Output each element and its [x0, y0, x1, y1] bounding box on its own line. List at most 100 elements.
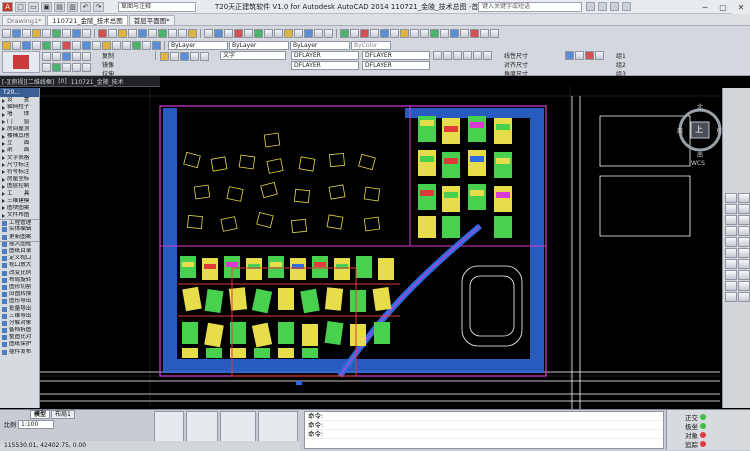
tool-icon[interactable] — [738, 292, 750, 302]
compass-top[interactable]: 上 — [695, 124, 703, 135]
tool-icon[interactable] — [284, 28, 293, 38]
tool-icon[interactable] — [420, 28, 429, 38]
tool-icon[interactable] — [32, 28, 41, 38]
print-icon[interactable]: ▥ — [67, 1, 78, 12]
tool-icon[interactable] — [52, 40, 61, 50]
help-search-input[interactable]: 键入关键字或短语 — [478, 2, 582, 12]
app-menu-button[interactable]: A — [2, 1, 13, 12]
tool-icon[interactable] — [168, 28, 177, 38]
hatch-icon[interactable] — [42, 62, 51, 72]
layer-name-1[interactable]: DFLAYER — [291, 51, 359, 60]
viewcube[interactable]: 上 北 南 西 东 WCS — [677, 100, 723, 172]
tool-icon[interactable] — [430, 28, 439, 38]
tab-model[interactable]: 模型 — [30, 410, 51, 419]
tool-icon[interactable] — [62, 40, 71, 50]
palette-item[interactable]: 布局旋转 — [0, 277, 39, 284]
palette-item[interactable]: 旧图转换 — [0, 291, 39, 298]
palette-item[interactable]: 批量导出 — [0, 305, 39, 312]
viewport-label-2[interactable]: [0] — [58, 78, 67, 85]
layer-icon[interactable] — [160, 52, 169, 61]
command-input[interactable]: 命令: — [305, 430, 663, 439]
palette-item[interactable]: 立 面 — [0, 140, 39, 147]
palette-item[interactable]: 尺寸标注 — [0, 162, 39, 169]
palette-item[interactable]: 更新图案 — [0, 234, 39, 241]
workspace-dropdown[interactable]: 草图与注释 — [118, 2, 196, 12]
xref-icon[interactable] — [595, 51, 604, 60]
tool-icon[interactable] — [274, 28, 283, 38]
palette-item[interactable]: 备档拆图 — [0, 327, 39, 334]
tool-icon[interactable] — [360, 28, 369, 38]
tool-icon[interactable] — [390, 28, 399, 38]
tool-icon[interactable] — [738, 248, 750, 258]
attribute-icon[interactable] — [585, 51, 594, 60]
tool-icon[interactable] — [314, 28, 323, 38]
tool-icon[interactable] — [738, 193, 750, 203]
palette-item[interactable]: 三维建模 — [0, 198, 39, 205]
maximize-button[interactable]: ▢ — [714, 0, 732, 14]
tool-icon[interactable] — [304, 28, 313, 38]
palette-item[interactable]: 视口放大 — [0, 262, 39, 269]
dim-linear-label[interactable]: 线性尺寸 — [504, 51, 564, 60]
palette-item[interactable]: 图形导出 — [0, 298, 39, 305]
tool-icon[interactable] — [725, 292, 737, 302]
tool-icon[interactable] — [92, 40, 101, 50]
tool-icon[interactable] — [148, 28, 157, 38]
palette-item[interactable]: 整图比对 — [0, 334, 39, 341]
region-icon[interactable] — [62, 62, 71, 72]
tool-icon[interactable] — [324, 28, 333, 38]
polyline-icon[interactable] — [52, 52, 61, 61]
palette-item[interactable]: 房屋坐标 — [0, 176, 39, 183]
search-icon[interactable] — [586, 2, 595, 11]
palette-item[interactable]: 定义视口 — [0, 255, 39, 262]
tool-icon[interactable] — [112, 40, 121, 50]
tool-icon[interactable] — [234, 28, 243, 38]
tool-icon[interactable] — [42, 28, 51, 38]
offset-icon[interactable] — [463, 51, 472, 60]
copy-label[interactable]: 复制 — [102, 51, 152, 60]
viewport-label-3[interactable]: 110721_金陵_技术 — [71, 77, 124, 86]
compass-north[interactable]: 北 — [697, 102, 703, 111]
tool-icon[interactable] — [725, 259, 737, 269]
rect-icon[interactable] — [82, 52, 91, 61]
tool-icon[interactable] — [12, 40, 21, 50]
tool-icon[interactable] — [725, 237, 737, 247]
layer-name-4[interactable]: DFLAYER — [362, 61, 430, 70]
tool-icon[interactable] — [138, 28, 147, 38]
tool-icon[interactable] — [22, 28, 31, 38]
layer-match-icon[interactable] — [200, 52, 209, 61]
redo-icon[interactable]: ↷ — [93, 1, 104, 12]
palette-item[interactable]: 图形切割 — [0, 284, 39, 291]
tool-icon[interactable] — [470, 28, 479, 38]
tool-icon[interactable] — [72, 40, 81, 50]
viewport-label-1[interactable]: [-][俯视][二维线框] — [2, 77, 54, 86]
tool-icon[interactable] — [152, 40, 161, 50]
line-icon[interactable] — [42, 52, 51, 61]
layer-combo-2[interactable]: ByLayer — [229, 40, 289, 50]
tool-icon[interactable] — [244, 28, 253, 38]
tool-icon[interactable] — [98, 28, 107, 38]
tool-icon[interactable] — [2, 28, 11, 38]
layer-combo-1[interactable]: ByLayer — [168, 40, 228, 50]
wcs-label[interactable]: WCS — [691, 160, 705, 167]
palette-item[interactable]: 分解对象 — [0, 320, 39, 327]
tool-icon[interactable] — [224, 28, 233, 38]
arc-icon[interactable] — [72, 52, 81, 61]
tool-icon[interactable] — [294, 28, 303, 38]
tool-icon[interactable] — [132, 40, 141, 50]
open-file-icon[interactable]: ▭ — [28, 1, 39, 12]
compass-south[interactable]: 南 — [697, 150, 703, 159]
palette-item[interactable]: 符号标注 — [0, 169, 39, 176]
tool-icon[interactable] — [480, 28, 489, 38]
tool-icon[interactable] — [738, 237, 750, 247]
tool-icon[interactable] — [72, 28, 81, 38]
new-file-icon[interactable]: □ — [15, 1, 26, 12]
tool-icon[interactable] — [118, 28, 127, 38]
gradient-icon[interactable] — [52, 62, 61, 72]
mirror-label[interactable]: 镜像 — [102, 60, 152, 69]
group1-label[interactable]: 组1 — [616, 51, 662, 60]
palette-item[interactable]: 工程管理 — [0, 219, 39, 226]
tool-icon[interactable] — [158, 28, 167, 38]
dim-aligned-label[interactable]: 对齐尺寸 — [504, 60, 564, 69]
palette-item[interactable]: 三维导出 — [0, 313, 39, 320]
tool-icon[interactable] — [490, 28, 499, 38]
